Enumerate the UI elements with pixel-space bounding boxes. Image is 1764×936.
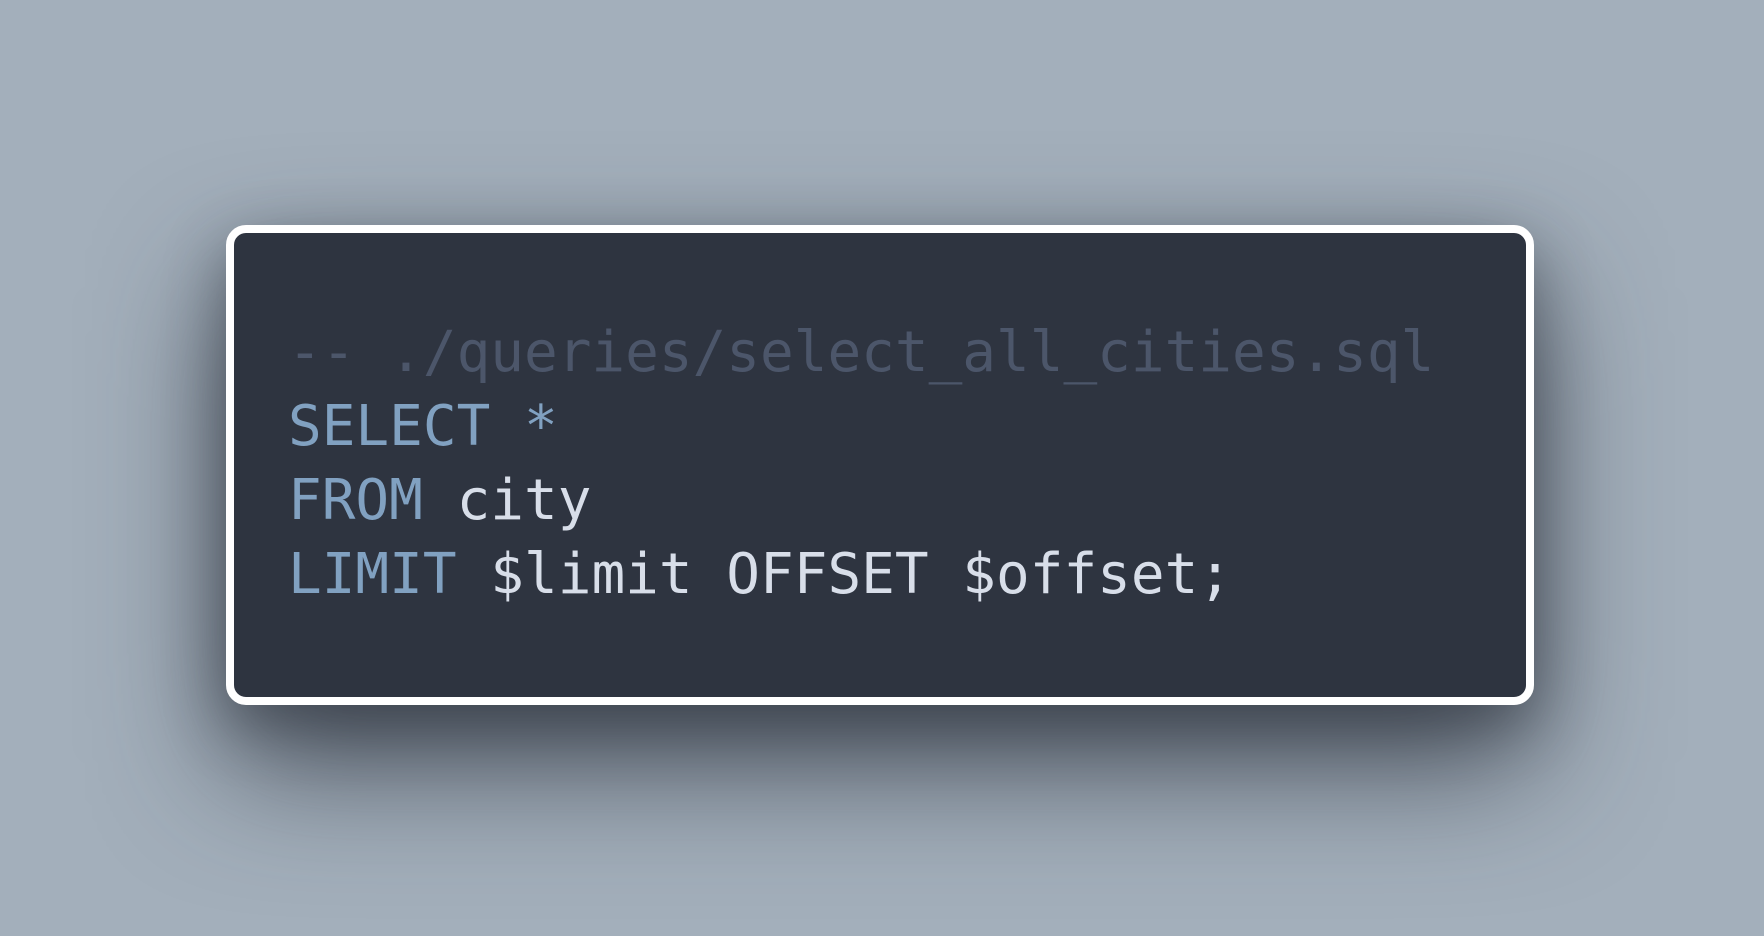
code-line-limit: LIMIT $limit OFFSET $offset; — [288, 538, 1434, 612]
comment-token: -- ./queries/select_all_cities.sql — [288, 320, 1435, 385]
wildcard-token: * — [524, 394, 558, 459]
sql-code-block: -- ./queries/select_all_cities.sql SELECT… — [288, 316, 1434, 612]
limit-offset-token: $limit OFFSET $offset; — [456, 542, 1233, 607]
keyword-from-token: FROM — [288, 468, 423, 533]
code-line-from: FROM city — [288, 464, 1434, 538]
code-line-comment: -- ./queries/select_all_cities.sql — [288, 316, 1434, 390]
keyword-limit-token: LIMIT — [288, 542, 457, 607]
code-line-select: SELECT * — [288, 390, 1434, 464]
keyword-select-token: SELECT — [288, 394, 491, 459]
table-name-token: city — [422, 468, 592, 533]
